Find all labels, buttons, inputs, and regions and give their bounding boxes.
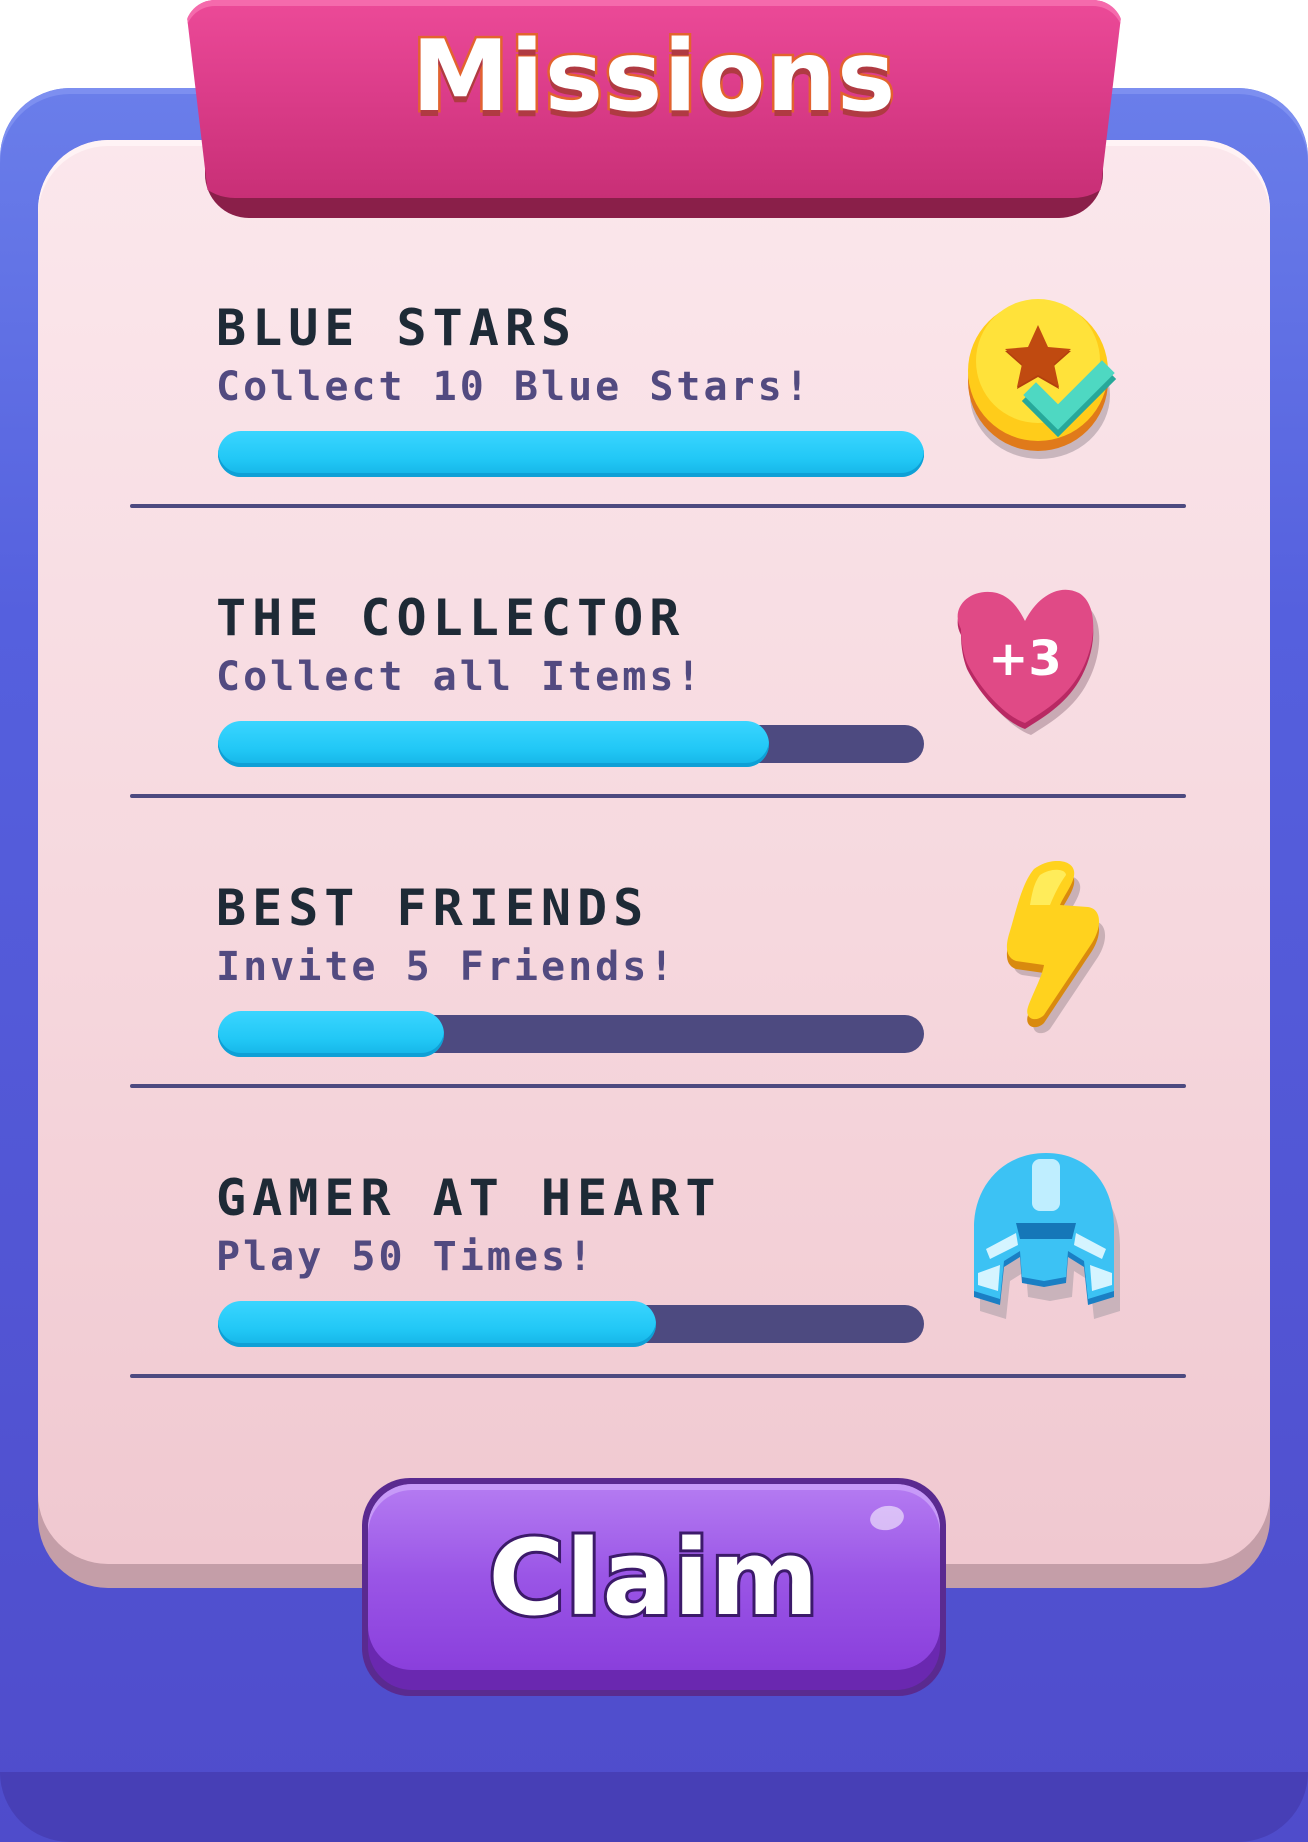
mission-divider xyxy=(130,504,1186,508)
outer-frame-bottom xyxy=(0,1772,1308,1842)
claim-button[interactable]: Claim xyxy=(368,1484,940,1670)
mission-divider xyxy=(130,1374,1186,1378)
mission-description: Collect 10 Blue Stars! xyxy=(216,364,812,410)
mission-title: GAMER AT HEART xyxy=(216,1169,722,1227)
claim-button-wrapper: Claim xyxy=(362,1478,946,1696)
mission-title: BEST FRIENDS xyxy=(216,879,650,937)
mission-title: THE COLLECTOR xyxy=(216,589,686,647)
heart-bonus-icon[interactable]: +3 xyxy=(935,579,1115,759)
mission-progress-bar xyxy=(218,1301,924,1347)
mission-description: Play 50 Times! xyxy=(216,1234,596,1280)
helmet-icon[interactable] xyxy=(956,1153,1136,1333)
mission-progress-fill xyxy=(218,431,924,477)
mission-row: BEST FRIENDS Invite 5 Friends! xyxy=(130,861,1186,1173)
mission-row: THE COLLECTOR Collect all Items! +3 xyxy=(130,589,1186,883)
mission-progress-fill xyxy=(218,1011,444,1057)
mission-divider xyxy=(130,1084,1186,1088)
mission-divider xyxy=(130,794,1186,798)
mission-progress-bar xyxy=(218,431,924,477)
mission-description: Invite 5 Friends! xyxy=(216,944,677,990)
mission-progress-bar xyxy=(218,1011,924,1057)
lightning-bolt-icon[interactable] xyxy=(970,861,1150,1041)
mission-title: BLUE STARS xyxy=(216,299,578,357)
mission-row: BLUE STARS Collect 10 Blue Stars! xyxy=(130,299,1186,593)
claim-button-label: Claim xyxy=(485,1517,821,1639)
reward-label: +3 xyxy=(988,631,1062,687)
page-title: Missions xyxy=(185,26,1123,129)
star-coin-check-icon[interactable] xyxy=(950,291,1130,471)
missions-screen: Missions BLUE STARS Collect 10 Blue Star… xyxy=(0,0,1308,1842)
page-title-text: Missions xyxy=(409,20,898,134)
mission-progress-bar xyxy=(218,721,924,767)
mission-row: GAMER AT HEART Play 50 Times! xyxy=(130,1153,1186,1463)
mission-description: Collect all Items! xyxy=(216,654,704,700)
mission-progress-fill xyxy=(218,1301,656,1347)
mission-progress-fill xyxy=(218,721,769,767)
